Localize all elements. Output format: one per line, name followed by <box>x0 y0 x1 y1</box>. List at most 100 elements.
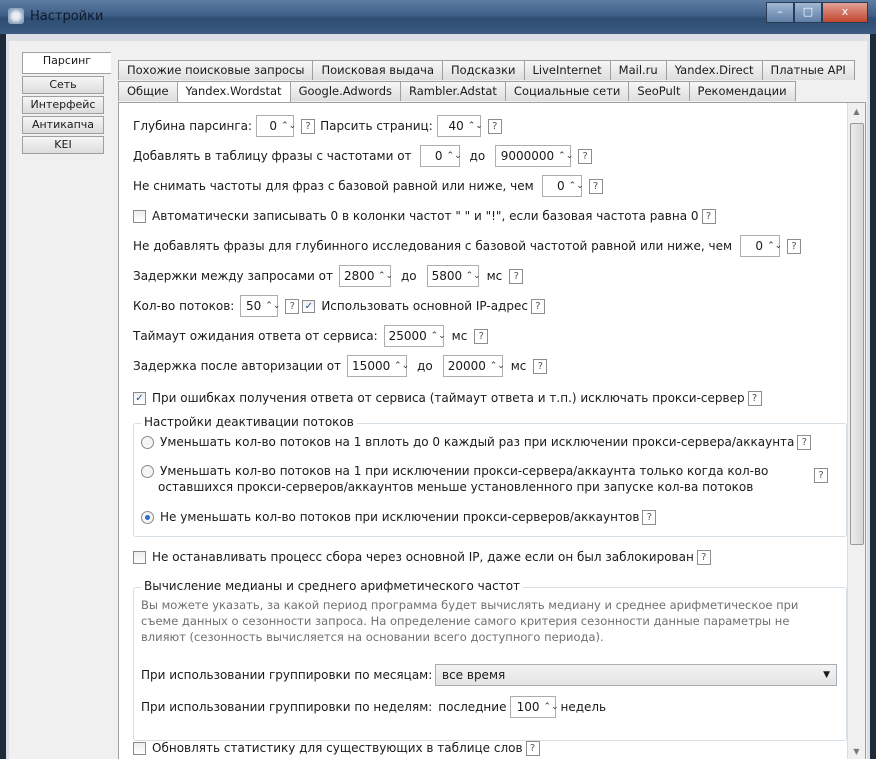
tab-paid-api[interactable]: Платные API <box>761 60 855 80</box>
scroll-thumb[interactable] <box>850 123 864 545</box>
tab-seopult[interactable]: SeoPult <box>628 81 690 101</box>
spinner-arrows-icon[interactable]: ⌃⌄ <box>543 703 558 712</box>
row-deep: Не добавлять фразы для глубинного исслед… <box>133 235 804 257</box>
auth-to-stepper[interactable]: 20000 ⌃⌄ <box>442 355 505 377</box>
months-select[interactable]: все время ▼ <box>435 664 837 686</box>
help-icon[interactable]: ? <box>474 328 489 344</box>
help-icon[interactable]: ? <box>701 208 716 224</box>
vertical-scrollbar[interactable]: ▲ ▼ <box>847 103 865 759</box>
help-icon[interactable]: ? <box>747 390 762 406</box>
help-icon[interactable]: ? <box>642 509 657 525</box>
help-icon[interactable]: ? <box>530 298 545 314</box>
exclude-proxy-checkbox[interactable]: ✓ <box>133 391 146 405</box>
auth-from-stepper[interactable]: 15000 ⌃⌄ <box>347 355 409 377</box>
to-label: до <box>400 269 417 283</box>
tab-recommendations[interactable]: Рекомендации <box>688 81 796 101</box>
close-button[interactable]: x <box>822 2 868 23</box>
add-to-stepper[interactable]: 9000000 ⌃⌄ <box>495 145 573 167</box>
nofreq-stepper[interactable]: 0 ⌃⌄ <box>541 175 584 197</box>
help-icon[interactable]: ? <box>525 740 540 756</box>
side-tab-interface[interactable]: Интерфейс <box>22 96 104 114</box>
tab-search-results[interactable]: Поисковая выдача <box>312 60 443 80</box>
spinner-arrows-icon[interactable]: ⌃⌄ <box>767 242 782 251</box>
help-icon[interactable]: ? <box>578 148 593 164</box>
side-tab-kei[interactable]: KEI <box>22 136 104 154</box>
spinner-arrows-icon[interactable]: ⌃⌄ <box>447 152 462 161</box>
threads-stepper[interactable]: 50 ⌃⌄ <box>240 295 280 317</box>
tab-rambler-adstat[interactable]: Rambler.Adstat <box>400 81 506 101</box>
tab-google-adwords[interactable]: Google.Adwords <box>289 81 401 101</box>
scroll-down-icon[interactable]: ▼ <box>852 747 861 756</box>
delay-from-stepper[interactable]: 2800 ⌃⌄ <box>338 265 393 287</box>
to-label: до <box>469 149 486 163</box>
app-icon <box>8 8 24 24</box>
spinner-arrows-icon[interactable]: ⌃⌄ <box>569 182 584 191</box>
exclude-proxy-label: При ошибках получения ответа от сервиса … <box>152 391 745 405</box>
depth-label: Глубина парсинга: <box>133 119 253 133</box>
help-icon[interactable]: ? <box>814 468 828 483</box>
tab-suggestions[interactable]: Подсказки <box>442 60 525 80</box>
help-icon[interactable]: ? <box>285 298 300 314</box>
side-tab-anticaptcha[interactable]: Антикапча <box>22 116 104 134</box>
help-icon[interactable]: ? <box>301 118 316 134</box>
weeks-stepper[interactable]: 100 ⌃⌄ <box>510 696 559 718</box>
update-stats-checkbox[interactable] <box>133 741 146 755</box>
row-exclude-proxy: ✓ При ошибках получения ответа от сервис… <box>133 387 765 409</box>
auto-zero-label: Автоматически записывать 0 в колонки час… <box>152 209 699 223</box>
spinner-arrows-icon[interactable]: ⌃⌄ <box>378 272 393 281</box>
help-icon[interactable]: ? <box>797 434 812 450</box>
tab-social[interactable]: Социальные сети <box>504 81 630 101</box>
side-tabs: Парсинг Сеть Интерфейс Антикапча KEI <box>22 52 111 156</box>
tab-similar-queries[interactable]: Похожие поисковые запросы <box>118 60 314 80</box>
auto-zero-checkbox[interactable] <box>133 209 146 223</box>
spinner-arrows-icon[interactable]: ⌃⌄ <box>468 122 483 131</box>
deact-option-3-label: Не уменьшать кол-во потоков при исключен… <box>160 510 640 524</box>
timeout-stepper[interactable]: 25000 ⌃⌄ <box>383 325 446 347</box>
tab-yandex-direct[interactable]: Yandex.Direct <box>665 60 763 80</box>
tab-mailru[interactable]: Mail.ru <box>609 60 667 80</box>
ms-label: мс <box>510 359 527 373</box>
maximize-button[interactable]: □ <box>794 2 822 23</box>
spinner-arrows-icon[interactable]: ⌃⌄ <box>466 272 481 281</box>
tab-row-1: Похожие поисковые запросы Поисковая выда… <box>118 60 855 80</box>
help-icon[interactable]: ? <box>509 268 524 284</box>
content-area: Похожие поисковые запросы Поисковая выда… <box>110 52 866 759</box>
settings-window: Настройки – □ x Парсинг Сеть Интерфейс А… <box>0 0 876 759</box>
spinner-arrows-icon[interactable]: ⌃⌄ <box>394 362 409 371</box>
main-ip-checkbox[interactable]: ✓ <box>302 299 316 313</box>
help-icon[interactable]: ? <box>787 238 802 254</box>
tab-liveinternet[interactable]: LiveInternet <box>523 60 611 80</box>
side-tab-network[interactable]: Сеть <box>22 76 104 94</box>
deact-radio-1[interactable] <box>141 435 154 449</box>
tab-yandex-wordstat[interactable]: Yandex.Wordstat <box>176 81 291 103</box>
scroll-up-icon[interactable]: ▲ <box>852 107 861 116</box>
row-delay: Задержки между запросами от 2800 ⌃⌄ до 58… <box>133 265 526 287</box>
tab-general[interactable]: Общие <box>118 81 178 101</box>
median-description: Вы можете указать, за какой период прогр… <box>141 597 831 645</box>
deact-option-3[interactable]: Не уменьшать кол-во потоков при исключен… <box>141 506 659 528</box>
pages-stepper[interactable]: 40 ⌃⌄ <box>436 115 483 137</box>
help-icon[interactable]: ? <box>696 549 711 565</box>
ms-label: мс <box>451 329 468 343</box>
title-bar: Настройки – □ x <box>0 0 876 34</box>
spinner-arrows-icon[interactable]: ⌃⌄ <box>431 332 446 341</box>
spinner-arrows-icon[interactable]: ⌃⌄ <box>558 152 573 161</box>
deact-radio-2[interactable] <box>141 464 154 478</box>
spinner-arrows-icon[interactable]: ⌃⌄ <box>490 362 505 371</box>
help-icon[interactable]: ? <box>487 118 502 134</box>
help-icon[interactable]: ? <box>588 178 603 194</box>
depth-stepper[interactable]: 0 ⌃⌄ <box>256 115 296 137</box>
deact-option-2-label-cont: оставшихся прокси-серверов/аккаунтов мен… <box>158 480 754 494</box>
add-from-stepper[interactable]: 0 ⌃⌄ <box>419 145 462 167</box>
deep-stepper[interactable]: 0 ⌃⌄ <box>740 235 782 257</box>
deact-option-1-label: Уменьшать кол-во потоков на 1 вплоть до … <box>160 435 795 449</box>
delay-to-stepper[interactable]: 5800 ⌃⌄ <box>426 265 481 287</box>
minimize-button[interactable]: – <box>766 2 794 23</box>
side-tab-parsing[interactable]: Парсинг <box>22 52 111 74</box>
help-icon[interactable]: ? <box>533 358 548 374</box>
deact-option-1[interactable]: Уменьшать кол-во потоков на 1 вплоть до … <box>141 431 814 453</box>
nostop-checkbox[interactable] <box>133 550 146 564</box>
spinner-arrows-icon[interactable]: ⌃⌄ <box>281 122 296 131</box>
spinner-arrows-icon[interactable]: ⌃⌄ <box>265 302 280 311</box>
deact-radio-3[interactable] <box>141 510 154 524</box>
